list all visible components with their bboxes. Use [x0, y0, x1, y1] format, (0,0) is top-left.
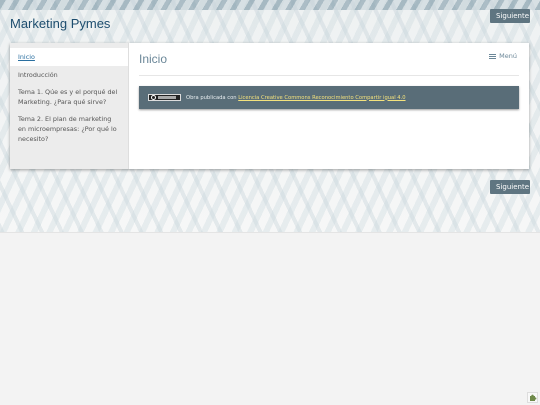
license-box: Obra publicada con Licencia Creative Com… — [139, 86, 519, 109]
sidebar-item-tema-2[interactable]: Tema 2. El plan de marketing en microemp… — [10, 114, 128, 144]
sidebar-item-tema-1[interactable]: Tema 1. Qúe es y el porqué del Marketing… — [10, 87, 128, 107]
puzzle-icon[interactable] — [527, 392, 538, 403]
content-area: Inicio Menú Obra publicada con Licencia … — [139, 43, 529, 169]
site-title[interactable]: Marketing Pymes — [10, 16, 110, 31]
license-text: Obra publicada con Licencia Creative Com… — [186, 95, 406, 101]
sidebar-item-introduccion[interactable]: Introducción — [10, 70, 128, 80]
creative-commons-badge-icon[interactable] — [148, 94, 181, 101]
license-link[interactable]: Licencia Creative Commons Reconocimiento… — [238, 95, 405, 101]
next-button-bottom[interactable]: Siguiente — [490, 180, 530, 194]
license-prefix: Obra publicada con — [186, 94, 239, 101]
main-card: Inicio Introducción Tema 1. Qúe es y el … — [10, 43, 529, 169]
header-decoration — [0, 0, 540, 10]
page-title: Inicio — [139, 52, 168, 66]
divider — [139, 75, 519, 76]
menu-button[interactable]: Menú — [489, 52, 517, 60]
menu-label: Menú — [499, 52, 517, 60]
sidebar: Inicio Introducción Tema 1. Qúe es y el … — [10, 43, 129, 169]
next-button-top[interactable]: Siguiente — [490, 9, 530, 23]
hamburger-icon — [489, 53, 497, 60]
sidebar-item-inicio[interactable]: Inicio — [10, 48, 128, 66]
